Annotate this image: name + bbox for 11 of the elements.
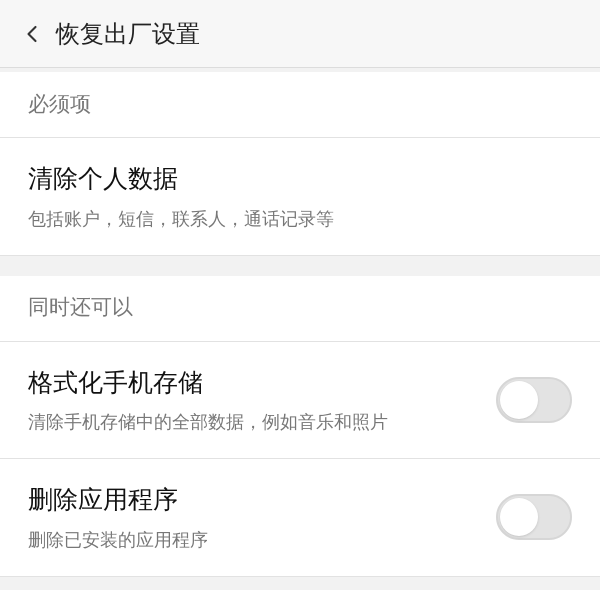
toggle-switch[interactable] [496, 494, 572, 540]
section-header: 同时还可以 [28, 294, 133, 322]
setting-title: 格式化手机存储 [28, 366, 204, 398]
setting-title: 清除个人数据 [28, 163, 179, 195]
toggle-switch[interactable] [496, 376, 572, 423]
page-title: 恢复出厂设置 [56, 18, 200, 50]
setting-title: 删除应用程序 [28, 484, 179, 516]
section-header: 必须项 [28, 90, 91, 118]
setting-description: 删除已安装的应用程序 [28, 528, 209, 552]
setting-description: 包括账户，短信，联系人，通话记录等 [28, 208, 335, 232]
setting-description: 清除手机存储中的全部数据，例如音乐和照片 [28, 411, 389, 435]
